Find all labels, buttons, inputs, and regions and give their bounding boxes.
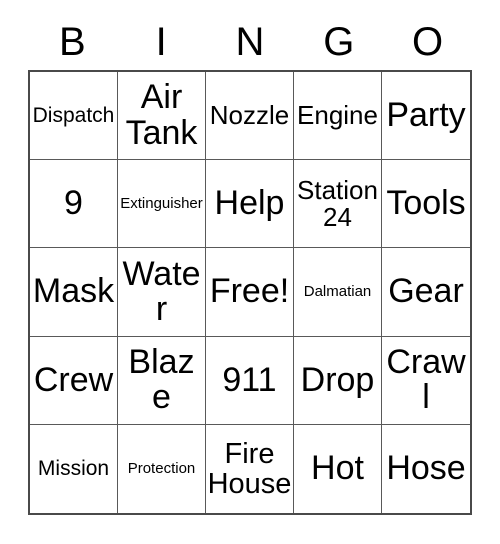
bingo-cell-label: Station 24 bbox=[297, 174, 378, 232]
bingo-cell[interactable]: Hot bbox=[294, 424, 382, 513]
bingo-cell-label: Nozzle bbox=[209, 100, 290, 131]
bingo-cell[interactable]: Mask bbox=[30, 248, 118, 337]
bingo-cell[interactable]: Air Tank bbox=[118, 72, 206, 161]
bingo-header-letter-n: N bbox=[235, 20, 265, 64]
bingo-cell[interactable]: Drop bbox=[294, 336, 382, 425]
bingo-cell-label: Fire House bbox=[207, 437, 292, 500]
bingo-cell[interactable]: Crawl bbox=[382, 336, 470, 425]
bingo-cell-free[interactable]: Free! bbox=[206, 248, 294, 337]
bingo-cell[interactable]: Water bbox=[118, 248, 206, 337]
bingo-cell[interactable]: Dalmatian bbox=[294, 248, 382, 337]
bingo-cell[interactable]: Dispatch bbox=[30, 72, 118, 161]
bingo-header: B I N G O bbox=[28, 14, 472, 70]
bingo-cell-label: Crawl bbox=[386, 342, 466, 417]
bingo-cell-label: Engine bbox=[297, 100, 378, 131]
bingo-cell-label: Gear bbox=[388, 272, 464, 311]
bingo-cell-label: Mission bbox=[37, 456, 110, 480]
bingo-cell-label: Blaze bbox=[128, 342, 195, 417]
bingo-header-letter-g: G bbox=[323, 20, 355, 64]
bingo-header-letter-i: I bbox=[155, 20, 167, 64]
bingo-cell-label: Extinguisher bbox=[120, 194, 203, 212]
bingo-cell[interactable]: Mission bbox=[30, 424, 118, 513]
bingo-cell[interactable]: Tools bbox=[382, 160, 470, 249]
bingo-cell-label: Party bbox=[386, 95, 466, 134]
bingo-cell[interactable]: 9 bbox=[30, 160, 118, 249]
bingo-header-letter-o: O bbox=[412, 20, 444, 64]
bingo-cell-label: 9 bbox=[64, 184, 83, 223]
bingo-cell[interactable]: Help bbox=[206, 160, 294, 249]
bingo-cell-label: 911 bbox=[222, 360, 277, 399]
bingo-cell-label: Protection bbox=[127, 460, 196, 478]
bingo-cell[interactable]: Protection bbox=[118, 424, 206, 513]
bingo-cell-label: Free! bbox=[209, 272, 290, 311]
bingo-cell[interactable]: Extinguisher bbox=[118, 160, 206, 249]
bingo-cell-label: Hose bbox=[386, 449, 466, 488]
bingo-cell-label: Mask bbox=[32, 272, 115, 311]
bingo-header-letter-b: B bbox=[59, 20, 86, 64]
bingo-cell-label: Drop bbox=[300, 360, 375, 399]
bingo-cell-label: Crew bbox=[33, 360, 114, 399]
bingo-cell-label: Dalmatian bbox=[303, 283, 372, 301]
bingo-cell[interactable]: Gear bbox=[382, 248, 470, 337]
bingo-cell-label: Tools bbox=[386, 184, 466, 223]
bingo-cell[interactable]: Crew bbox=[30, 336, 118, 425]
bingo-cell[interactable]: Blaze bbox=[118, 336, 206, 425]
bingo-cell[interactable]: Station 24 bbox=[294, 160, 382, 249]
bingo-cell[interactable]: Fire House bbox=[206, 424, 294, 513]
bingo-cell[interactable]: Party bbox=[382, 72, 470, 161]
bingo-cell[interactable]: Hose bbox=[382, 424, 470, 513]
bingo-cell-label: Help bbox=[214, 184, 285, 223]
bingo-cell[interactable]: Engine bbox=[294, 72, 382, 161]
bingo-grid: Dispatch Air Tank Nozzle Engine Party 9 … bbox=[28, 70, 472, 515]
bingo-cell-label: Air Tank bbox=[125, 78, 198, 152]
bingo-cell[interactable]: 911 bbox=[206, 336, 294, 425]
bingo-cell-label: Hot bbox=[311, 449, 364, 488]
bingo-cell-label: Water bbox=[122, 254, 201, 328]
bingo-cell-label: Dispatch bbox=[32, 103, 115, 127]
bingo-cell[interactable]: Nozzle bbox=[206, 72, 294, 161]
bingo-card: B I N G O Dispatch Air Tank Nozzle Engin… bbox=[0, 0, 500, 544]
